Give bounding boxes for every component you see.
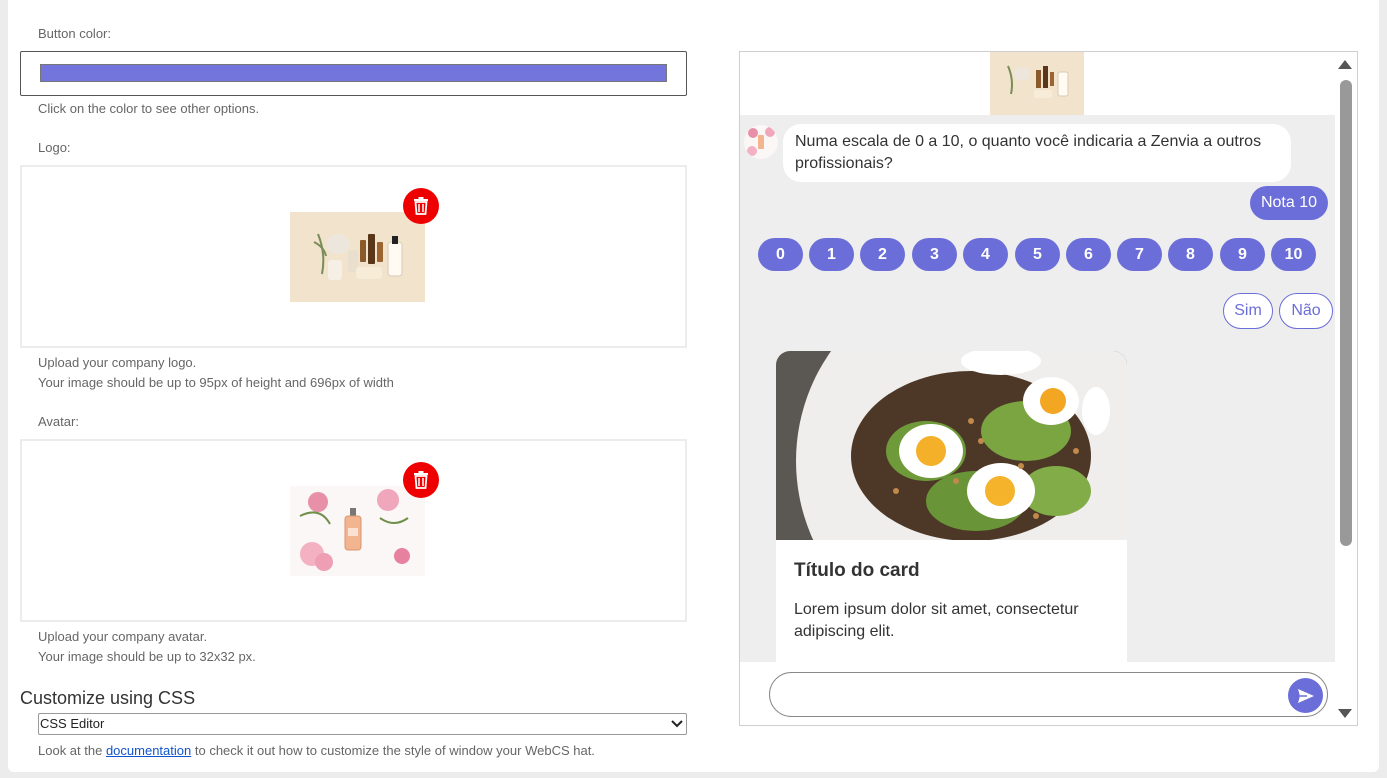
nps-option-5[interactable]: 5	[1015, 238, 1060, 271]
chat-messages: Numa escala de 0 a 10, o quanto você ind…	[740, 115, 1335, 662]
nps-option-0[interactable]: 0	[758, 238, 803, 271]
nps-option-6[interactable]: 6	[1066, 238, 1111, 271]
scrollbar-thumb[interactable]	[1340, 80, 1352, 546]
logo-hint-size: Your image should be up to 95px of heigh…	[38, 375, 394, 390]
delete-logo-button[interactable]	[403, 188, 439, 224]
bot-avatar	[744, 125, 778, 159]
card-title: Título do card	[794, 560, 920, 581]
logo-hint-upload: Upload your company logo.	[38, 355, 197, 370]
message-card: Título do card Lorem ipsum dolor sit ame…	[776, 351, 1127, 662]
button-color-picker[interactable]	[20, 51, 687, 96]
trash-icon	[414, 197, 428, 215]
avatar-hint-upload: Upload your company avatar.	[38, 629, 208, 644]
avatar-upload-area[interactable]	[20, 439, 687, 622]
user-reply-bubble: Nota 10	[1249, 186, 1328, 220]
no-button[interactable]: Não	[1279, 293, 1333, 329]
documentation-hint: Look at the documentation to check it ou…	[38, 741, 595, 761]
nps-option-1[interactable]: 1	[809, 238, 854, 271]
css-select-value: CSS Editor	[40, 716, 105, 731]
chevron-down-icon	[671, 720, 683, 728]
scroll-up-arrow[interactable]	[1338, 60, 1352, 69]
bot-message-bubble: Numa escala de 0 a 10, o quanto você ind…	[783, 124, 1291, 182]
send-icon	[1297, 688, 1314, 703]
logo-label: Logo:	[38, 140, 71, 155]
avatar-preview-image	[290, 486, 425, 576]
yes-button[interactable]: Sim	[1223, 293, 1273, 329]
documentation-link[interactable]: documentation	[106, 743, 191, 758]
button-color-swatch[interactable]	[40, 64, 667, 82]
button-color-label: Button color:	[38, 26, 111, 41]
logo-upload-area[interactable]	[20, 165, 687, 348]
css-section-title: Customize using CSS	[20, 688, 196, 708]
nps-option-4[interactable]: 4	[963, 238, 1008, 271]
nps-option-2[interactable]: 2	[860, 238, 905, 271]
nps-option-3[interactable]: 3	[912, 238, 957, 271]
css-editor-select[interactable]: CSS Editor	[38, 713, 687, 735]
delete-avatar-button[interactable]	[403, 462, 439, 498]
logo-preview-image	[290, 212, 425, 302]
avatar-label: Avatar:	[38, 414, 79, 429]
nps-option-9[interactable]: 9	[1220, 238, 1265, 271]
nps-option-7[interactable]: 7	[1117, 238, 1162, 271]
doc-suffix: to check it out how to customize the sty…	[194, 743, 595, 758]
chat-header-logo	[990, 52, 1084, 115]
message-input[interactable]	[769, 672, 1328, 717]
button-color-hint: Click on the color to see other options.	[38, 101, 260, 116]
card-image	[776, 351, 1127, 540]
send-button[interactable]	[1288, 678, 1323, 713]
scroll-down-arrow[interactable]	[1338, 709, 1352, 718]
avatar-hint-size: Your image should be up to 32x32 px.	[38, 649, 256, 664]
trash-icon	[414, 471, 428, 489]
settings-page: Button color: Click on the color to see …	[8, 0, 1379, 772]
chat-preview: Numa escala de 0 a 10, o quanto você ind…	[739, 51, 1358, 726]
nps-option-8[interactable]: 8	[1168, 238, 1213, 271]
card-text: Lorem ipsum dolor sit amet, consectetur …	[794, 601, 1079, 640]
doc-prefix: Look at the	[38, 743, 103, 758]
nps-option-10[interactable]: 10	[1271, 238, 1316, 271]
